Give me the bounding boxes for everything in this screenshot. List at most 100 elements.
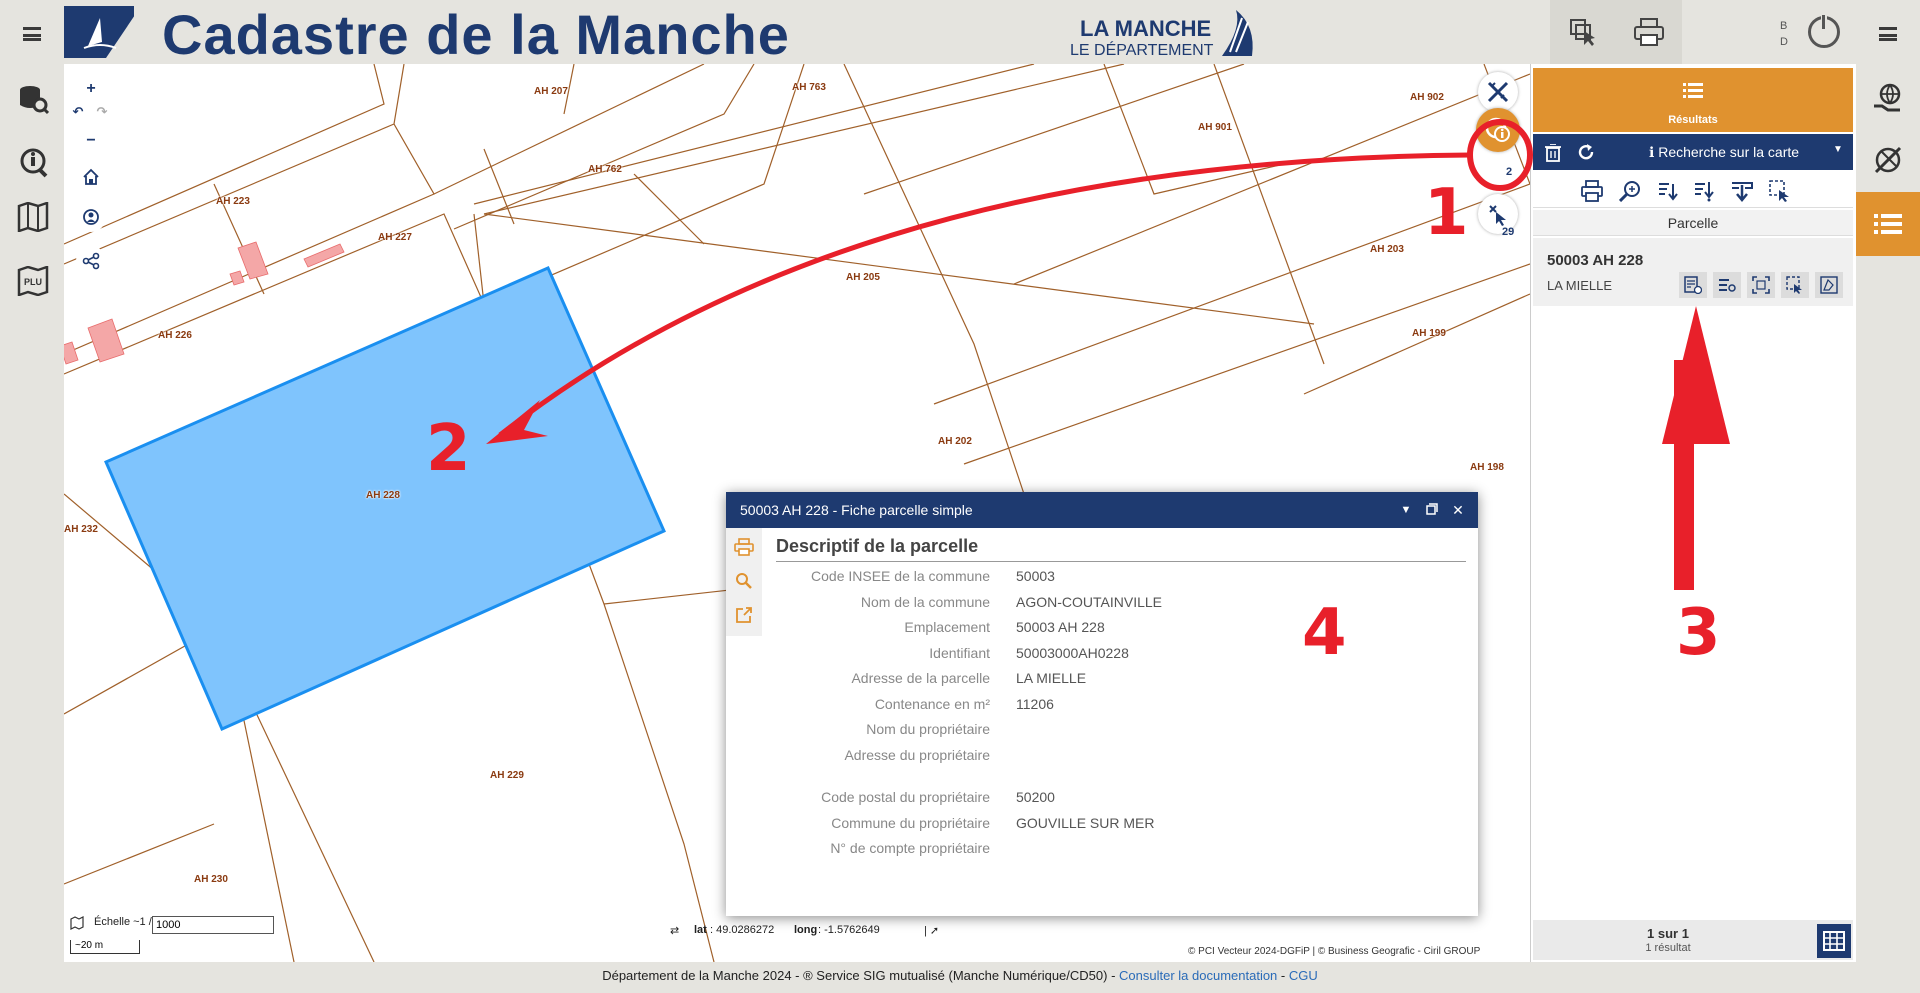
user-letter-bottom: D — [1780, 36, 1788, 48]
long-label: long — [794, 924, 818, 936]
annotation-number-1: 1 — [1424, 176, 1469, 250]
edit-selection-icon[interactable] — [1769, 180, 1791, 202]
hamburger-icon — [1879, 27, 1897, 41]
map-attribution: © PCI Vecteur 2024-DGFiP | © Business Ge… — [1184, 944, 1485, 959]
footer-text: Département de la Manche 2024 - ® Servic… — [602, 968, 1116, 983]
main-menu-button[interactable] — [18, 22, 46, 46]
logout-power-icon[interactable] — [1808, 13, 1840, 48]
parcel-label: AH 762 — [588, 164, 622, 175]
measure-tools-button[interactable] — [1478, 72, 1518, 112]
table-view-button[interactable] — [1817, 924, 1851, 958]
download-icon[interactable] — [1731, 180, 1753, 202]
results-list-tab[interactable] — [1856, 192, 1920, 256]
info-query-button[interactable] — [1476, 108, 1520, 152]
geolocate-button[interactable] — [76, 202, 106, 232]
parcel-sheet-button[interactable] — [1679, 272, 1707, 298]
home-extent-button[interactable] — [76, 162, 106, 192]
field-value: 50003000AH0228 — [1016, 645, 1129, 661]
undo-extent-icon[interactable]: ↶ — [66, 100, 90, 124]
secondary-menu-button[interactable] — [1874, 22, 1902, 46]
info-search-icon[interactable] — [16, 146, 50, 180]
scale-input[interactable]: 1000 — [152, 916, 274, 934]
sail-logo-icon — [83, 18, 117, 49]
export-list-icon[interactable] — [1657, 180, 1679, 202]
long-value: : -1.5762649 — [818, 924, 880, 936]
field-label: Contenance en m² — [874, 696, 990, 712]
close-icon[interactable]: ✕ — [1448, 500, 1468, 520]
parcel-description-title: Descriptif de la parcelle — [776, 536, 1466, 562]
result-item-location: LA MIELLE — [1547, 278, 1613, 293]
scale-map-icon — [70, 916, 84, 930]
scale-label: Échelle ~1 / — [94, 916, 152, 928]
plu-map-icon[interactable]: PLU — [16, 264, 50, 298]
results-footer: 1 sur 1 1 résultat — [1533, 920, 1853, 960]
zoom-parcel-button[interactable] — [1747, 272, 1775, 298]
field-label: Code postal du propriétaire — [821, 789, 990, 805]
trash-icon[interactable] — [1545, 144, 1561, 162]
field-label: N° de compte propriétaire — [830, 840, 990, 856]
table-grid-icon — [1823, 931, 1845, 951]
dept-logo-line1: LA MANCHE — [1080, 16, 1212, 41]
locate-parcel-button[interactable] — [1713, 272, 1741, 298]
select-parcel-button[interactable] — [1781, 272, 1809, 298]
parcel-label: AH 902 — [1410, 92, 1444, 103]
result-item[interactable]: 50003 AH 228 LA MIELLE — [1533, 238, 1853, 306]
share-button[interactable] — [76, 246, 106, 276]
select-parcel-icon — [1786, 276, 1802, 294]
results-header: Résultats — [1533, 68, 1853, 132]
field-label: Nom du propriétaire — [866, 721, 990, 737]
documentation-link[interactable]: Consulter la documentation — [1119, 968, 1277, 983]
window-titlebar[interactable]: 50003 AH 228 - Fiche parcelle simple ▼ ✕ — [726, 492, 1478, 528]
maximize-icon[interactable] — [1422, 500, 1442, 520]
zoom-out-button[interactable]: − — [76, 126, 106, 156]
field-label: Adresse du propriétaire — [844, 747, 990, 763]
annotation-number-3: 3 — [1676, 596, 1721, 670]
home-icon — [83, 168, 99, 185]
parcel-label: AH 763 — [792, 82, 826, 93]
results-actions — [1533, 172, 1853, 208]
globe-hand-icon[interactable] — [1870, 80, 1906, 116]
parcel-label: AH 228 — [366, 490, 400, 501]
parcel-label: AH 199 — [1412, 328, 1446, 339]
print-button[interactable] — [1616, 0, 1682, 64]
parcel-label: AH 203 — [1370, 244, 1404, 255]
search-mode-selector[interactable]: ℹ Recherche sur la carte — [1649, 144, 1799, 161]
app-header: Cadastre de la Manche LA MANCHE LE DÉPAR… — [0, 0, 1920, 66]
info-query-icon — [1485, 117, 1510, 142]
select-cursor-icon — [1489, 205, 1506, 226]
field-value: GOUVILLE SUR MER — [1016, 815, 1155, 831]
share-icon — [82, 252, 100, 270]
dept-sail-icon — [1222, 10, 1253, 56]
list-icon — [1683, 83, 1703, 98]
parcel-label: AH 198 — [1470, 462, 1504, 473]
collapse-chevron-icon[interactable]: ▼ — [1396, 500, 1416, 520]
coords-swap-icon[interactable]: ⇄ — [670, 924, 679, 937]
print-sheet-icon[interactable] — [733, 536, 755, 558]
redo-extent-icon[interactable]: ↷ — [90, 100, 114, 124]
annotation-number-4: 4 — [1302, 596, 1347, 670]
parcel-plan-button[interactable] — [1815, 272, 1843, 298]
parcel-label: AH 202 — [938, 436, 972, 447]
results-header-label: Résultats — [1668, 114, 1718, 126]
field-value: 50200 — [1016, 789, 1055, 805]
export-selection-icon[interactable] — [1693, 180, 1715, 202]
chevron-down-icon[interactable]: ▼ — [1833, 144, 1843, 155]
results-toolbar: ℹ Recherche sur la carte ▼ — [1533, 134, 1853, 170]
app-title: Cadastre de la Manche — [162, 3, 790, 66]
parcel-label: AH 226 — [158, 330, 192, 341]
field-label: Code INSEE de la commune — [811, 568, 990, 584]
refresh-icon[interactable] — [1577, 143, 1595, 161]
select-tool-button[interactable] — [1550, 0, 1616, 64]
parcel-label: AH 207 — [534, 86, 568, 97]
zoom-to-results-icon[interactable] — [1619, 180, 1641, 202]
user-letter-top: B — [1780, 20, 1788, 32]
database-search-icon[interactable] — [16, 82, 50, 116]
print-results-icon[interactable] — [1581, 180, 1603, 202]
results-section-header: Parcelle — [1533, 210, 1853, 236]
parcel-sheet-icon — [1684, 276, 1702, 294]
map-layers-icon[interactable] — [16, 200, 50, 234]
compass-tools-icon[interactable] — [1870, 142, 1906, 178]
results-pagination: 1 sur 1 — [1647, 926, 1689, 941]
field-value: 11206 — [1016, 696, 1054, 712]
cgu-link[interactable]: CGU — [1289, 968, 1318, 983]
